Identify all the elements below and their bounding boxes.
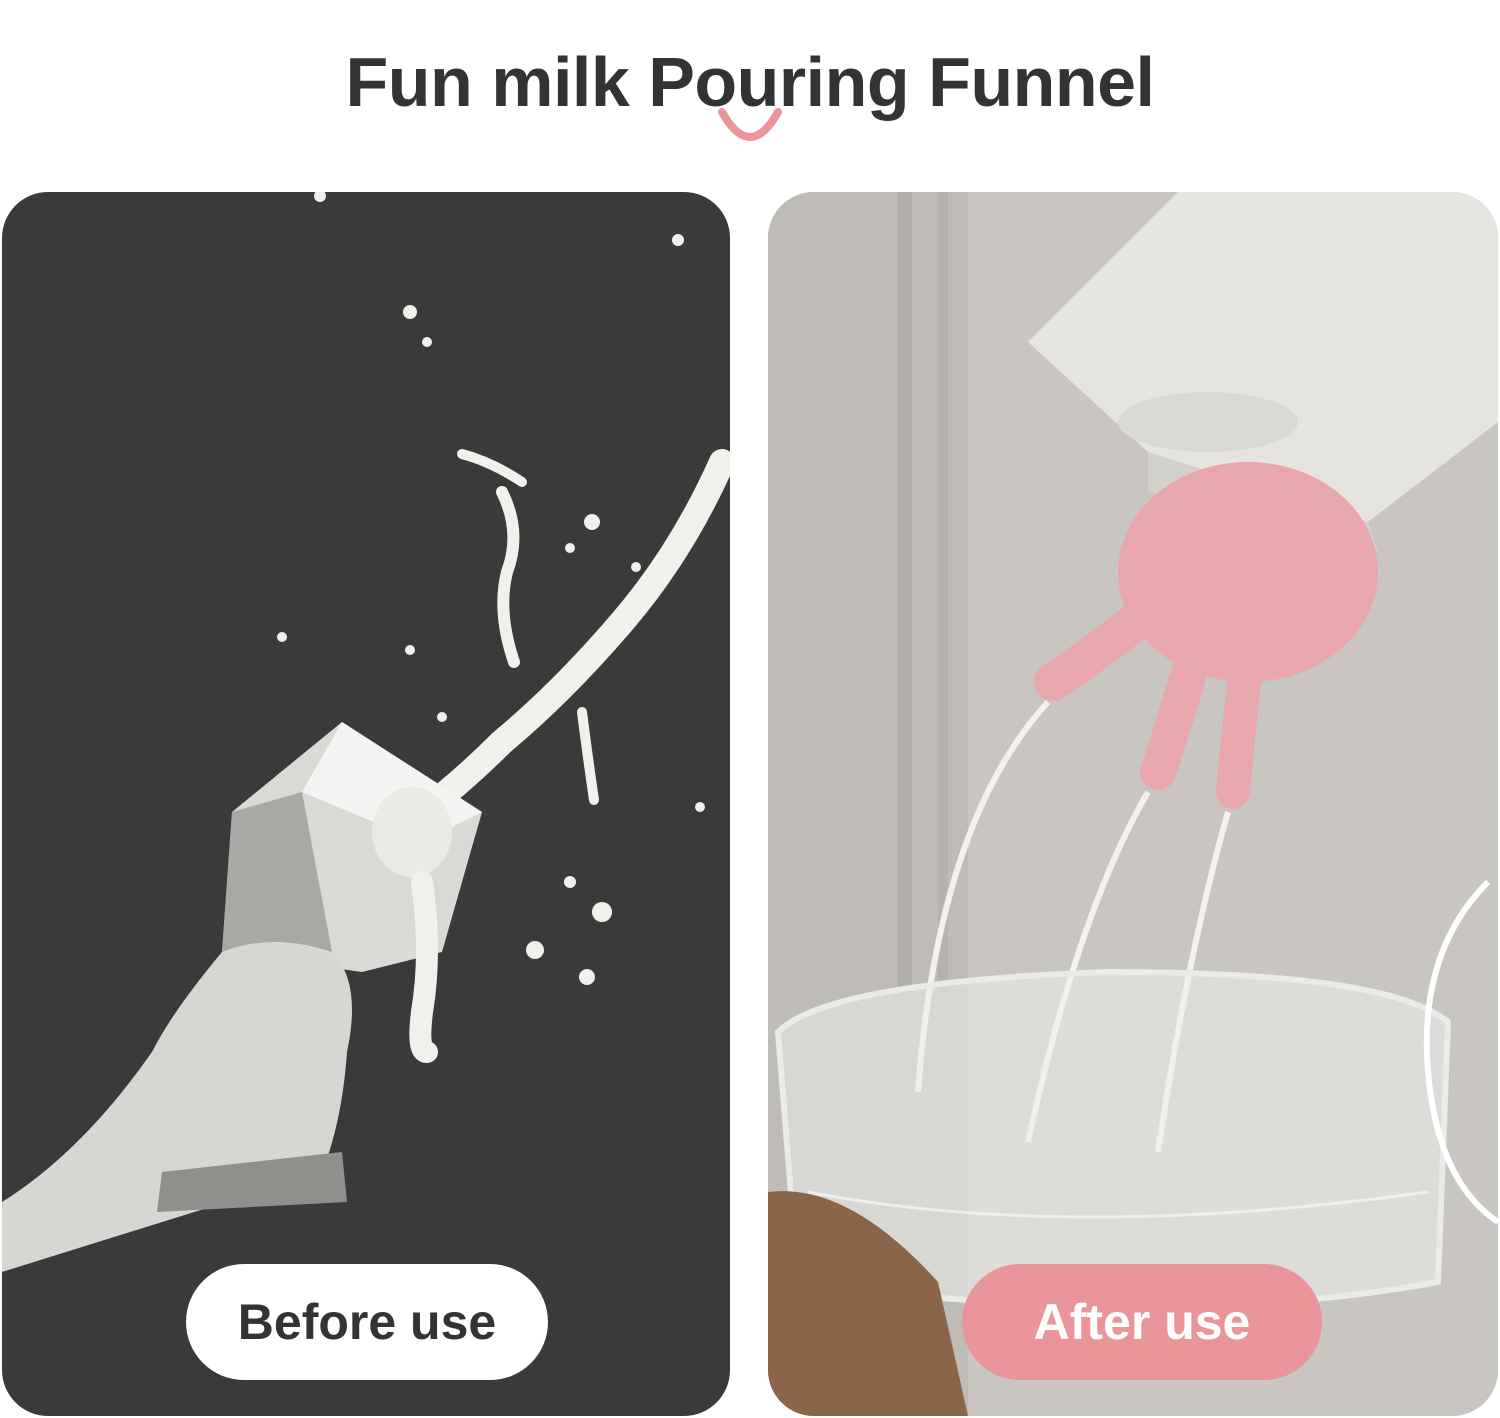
after-use-panel [768,192,1498,1416]
milk-splash-photo [2,192,730,1272]
octopus-funnel-pouring-photo [768,192,1498,1416]
smile-arc-icon [718,108,782,141]
after-use-label: After use [962,1264,1322,1380]
before-use-panel [2,192,730,1416]
before-use-label: Before use [186,1264,548,1380]
